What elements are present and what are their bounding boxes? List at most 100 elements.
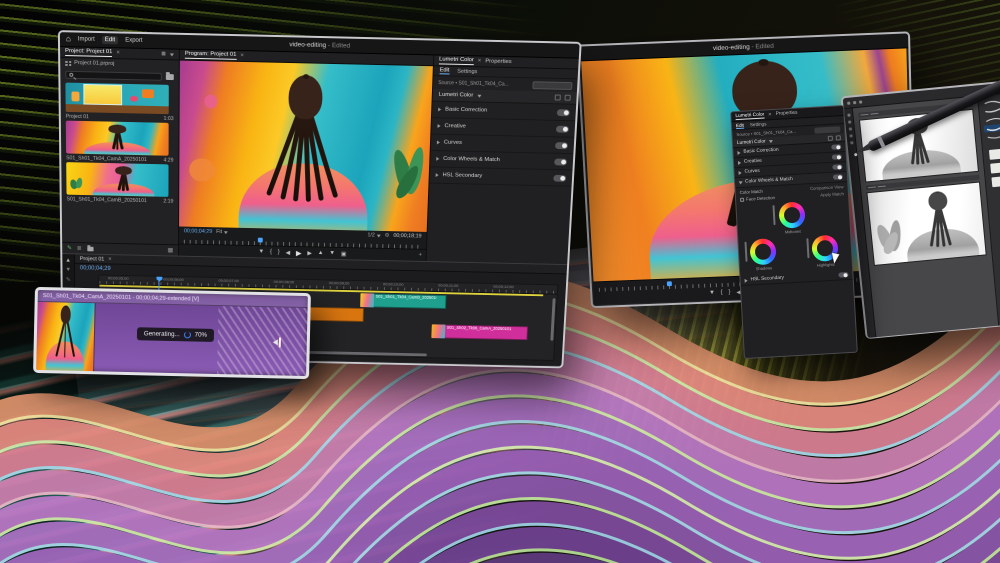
list-toggle-icon[interactable]: ≣	[77, 245, 82, 252]
timeline-timecode[interactable]: 00;00;04;29	[80, 266, 111, 272]
new-bin-icon[interactable]	[166, 74, 174, 80]
generative-extend-clip[interactable]: S01_Sh01_Tk04_CamA_20250101 - 00;00;04;2…	[33, 287, 311, 379]
subtab-edit[interactable]: Edit	[440, 67, 450, 74]
step-forward-icon[interactable]: ▶	[307, 250, 312, 257]
highlights-slider[interactable]	[806, 238, 809, 258]
close-icon[interactable]: ×	[768, 112, 772, 118]
program-frame-artwork	[179, 61, 433, 232]
fx-icon[interactable]	[555, 94, 561, 100]
selection-tool-icon[interactable]: ▲	[65, 258, 71, 264]
mark-in-icon[interactable]: {	[270, 249, 272, 255]
mark-out-icon[interactable]: }	[278, 249, 280, 255]
close-icon[interactable]: ×	[116, 50, 120, 56]
tool-icon[interactable]	[847, 101, 850, 104]
close-icon[interactable]: ×	[108, 256, 111, 262]
program-playhead[interactable]	[257, 238, 262, 243]
layer-thumbnail[interactable]	[990, 161, 1000, 173]
tab-project[interactable]: Project: Project 01	[65, 48, 112, 57]
tool-icon[interactable]	[853, 101, 856, 104]
tab-lumetri-color[interactable]: Lumetri Color	[735, 112, 764, 120]
step-back-icon[interactable]: ◀	[286, 249, 291, 256]
tool-icon[interactable]	[850, 141, 853, 144]
extract-icon[interactable]: ▼	[329, 251, 335, 257]
midtones-slider[interactable]	[772, 205, 775, 225]
current-timecode[interactable]: 00;00;04;29	[184, 228, 212, 234]
layer-thumbnail[interactable]	[991, 175, 1000, 187]
toggle-switch[interactable]	[833, 174, 843, 180]
play-icon[interactable]: ▶	[296, 248, 302, 257]
pen-tool-icon[interactable]: ✎	[66, 277, 71, 284]
brush-stroke-item[interactable]	[983, 114, 1000, 124]
tab-program[interactable]: Program: Project 01	[185, 51, 237, 60]
eye-icon[interactable]	[565, 95, 571, 101]
close-icon[interactable]: ×	[478, 58, 482, 64]
tab-lumetri-color[interactable]: Lumetri Color	[439, 57, 474, 66]
shadows-slider[interactable]	[744, 242, 747, 262]
toggle-switch[interactable]	[832, 154, 842, 160]
toggle-switch[interactable]	[838, 272, 848, 278]
tab-sequence[interactable]: Project 01	[80, 256, 105, 262]
toggle-switch[interactable]	[555, 142, 568, 149]
tool-icon[interactable]	[847, 114, 850, 117]
list-view-icon[interactable]: ≣	[161, 51, 166, 57]
tab-properties[interactable]: Properties	[485, 59, 512, 66]
generating-hatch-region	[217, 306, 308, 376]
source-label: Source • S01_Sh01_Tk04_Ca...	[438, 80, 509, 87]
menu-edit[interactable]: Edit	[102, 36, 118, 44]
marker-icon[interactable]: ▼	[258, 249, 264, 255]
pen-tool-icon[interactable]: ✎	[67, 245, 72, 252]
fx-icon[interactable]	[828, 135, 833, 140]
toggle-switch[interactable]	[556, 125, 569, 132]
timeline-clip-teal[interactable]: S01_Sh01_Tk04_CamB_20250101	[360, 293, 447, 309]
section-label: Curves	[744, 169, 759, 175]
resolution-dropdown[interactable]: 1/2	[367, 233, 380, 239]
export-frame-icon[interactable]: ▣	[341, 250, 347, 257]
timeline-clip-magenta[interactable]: S01_Sh02_Tk06_CamA_20250101	[432, 324, 528, 340]
subtab-edit[interactable]: Edit	[736, 122, 744, 128]
close-icon[interactable]: ×	[240, 53, 244, 59]
clip-chip[interactable]	[532, 81, 572, 90]
menu-export[interactable]: Export	[125, 38, 142, 44]
lift-icon[interactable]: ▲	[318, 250, 324, 256]
new-item-icon[interactable]: ▦	[168, 247, 174, 254]
mark-out-icon[interactable]: }	[728, 289, 730, 295]
tool-icon[interactable]	[848, 121, 851, 124]
tool-icon[interactable]	[849, 134, 852, 137]
fit-dropdown[interactable]: Fit	[216, 229, 228, 235]
marker-icon[interactable]: ▼	[709, 290, 715, 296]
clip-chip[interactable]	[814, 126, 840, 133]
tool-icon[interactable]	[848, 127, 851, 130]
toggle-switch[interactable]	[831, 144, 841, 150]
toggle-switch[interactable]	[553, 174, 566, 181]
brush-stroke-item[interactable]	[985, 131, 1000, 141]
search-input[interactable]	[65, 70, 162, 80]
apply-match-button[interactable]: Apply Match	[820, 191, 844, 197]
track-tool-icon[interactable]: ▼	[65, 267, 71, 273]
bin-icon[interactable]	[87, 246, 93, 251]
layer-thumbnail[interactable]	[988, 147, 1000, 159]
middle-playhead[interactable]	[666, 281, 671, 286]
tool-icon[interactable]	[859, 100, 862, 103]
subtab-settings[interactable]: Settings	[750, 121, 767, 127]
storyboard-frame-2[interactable]	[866, 182, 986, 266]
mark-in-icon[interactable]: {	[721, 290, 723, 296]
bin-thumbnail-room[interactable]	[65, 83, 168, 115]
clip-thumbnail-a[interactable]	[66, 121, 169, 156]
shadows-wheel[interactable]	[749, 238, 776, 265]
settings-wrench-icon[interactable]: ⚙	[385, 233, 390, 239]
menu-import[interactable]: Import	[78, 37, 95, 43]
tab-properties[interactable]: Properties	[776, 111, 798, 117]
brush-stroke-item-selected[interactable]	[984, 123, 1000, 133]
home-icon[interactable]: ⌂	[66, 35, 71, 43]
brush-stroke-item[interactable]	[982, 105, 1000, 115]
clip-thumbnail-b[interactable]	[66, 162, 168, 197]
checkbox[interactable]	[740, 197, 744, 201]
eye-icon[interactable]	[836, 135, 841, 140]
plus-button[interactable]: +	[418, 252, 422, 258]
subtab-settings[interactable]: Settings	[457, 68, 477, 74]
toggle-switch[interactable]	[557, 109, 570, 116]
section-hsl-secondary[interactable]: HSL Secondary	[429, 167, 572, 186]
midtones-wheel[interactable]	[778, 201, 805, 228]
toggle-switch[interactable]	[554, 158, 567, 165]
toggle-switch[interactable]	[832, 164, 842, 170]
